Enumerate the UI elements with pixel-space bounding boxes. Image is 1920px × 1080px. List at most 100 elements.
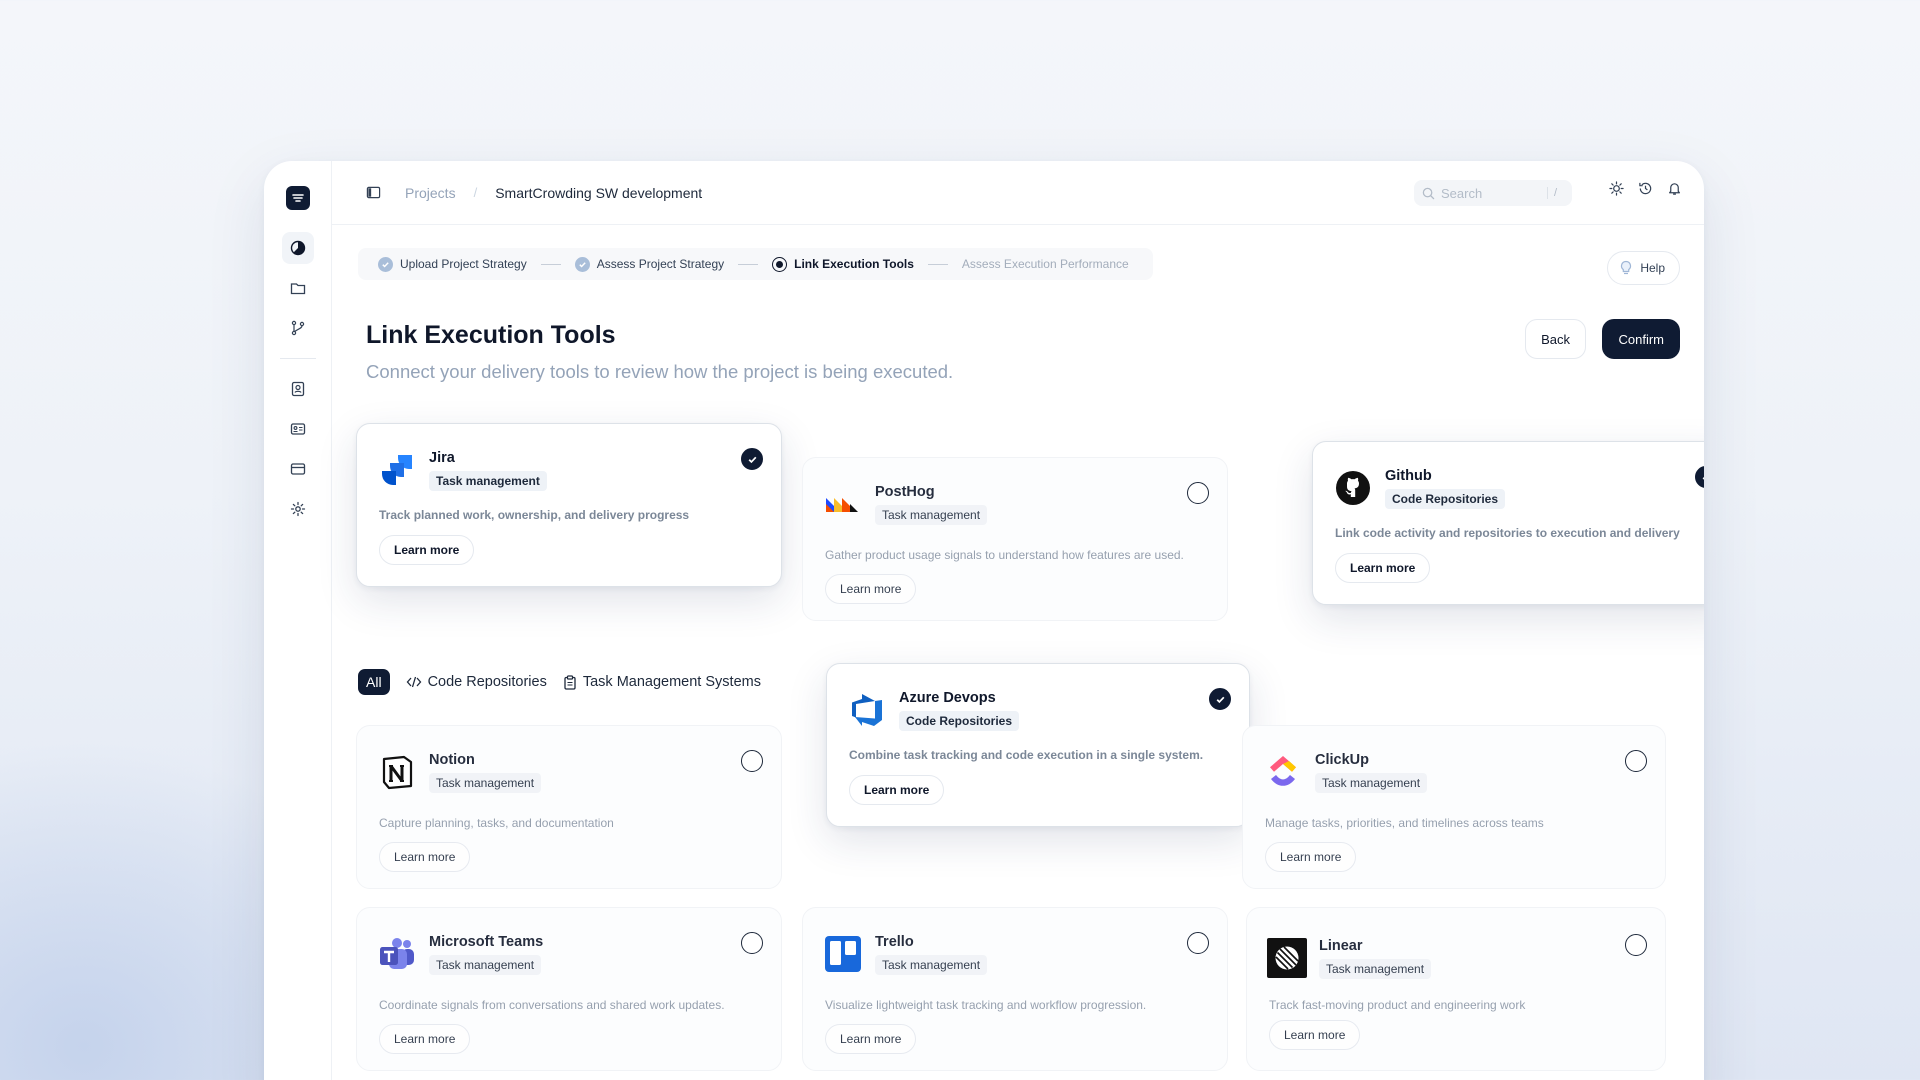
unselected-radio[interactable] — [741, 750, 763, 772]
contacts-icon[interactable] — [282, 373, 314, 405]
unselected-radio[interactable] — [1187, 482, 1209, 504]
filter-label: Task Management Systems — [582, 674, 761, 690]
tool-description: Manage tasks, priorities, and timelines … — [1265, 816, 1544, 830]
azure-devops-logo-icon — [847, 690, 887, 730]
sun-icon[interactable] — [1609, 181, 1624, 196]
clipboard-icon — [563, 674, 577, 690]
learn-more-button[interactable]: Learn more — [379, 842, 471, 872]
tool-category-badge: Task management — [1315, 773, 1428, 793]
tool-category-badge: Task management — [875, 505, 988, 525]
learn-more-button[interactable]: Learn more — [379, 535, 475, 565]
learn-more-button[interactable]: Learn more — [379, 1024, 471, 1054]
search-input[interactable] — [1441, 185, 1541, 201]
tool-name: Github — [1385, 468, 1432, 484]
microsoft-teams-logo-icon — [377, 934, 417, 974]
tool-description: Capture planning, tasks, and documentati… — [379, 816, 614, 830]
posthog-logo-icon — [823, 484, 863, 524]
clickup-logo-icon — [1263, 752, 1303, 792]
tool-description: Track fast-moving product and engineerin… — [1269, 998, 1526, 1012]
learn-more-button[interactable]: Learn more — [825, 1024, 917, 1054]
tool-description: Track planned work, ownership, and deliv… — [379, 508, 690, 522]
tool-card-azure-devops[interactable]: Azure Devops Code Repositories Combine t… — [826, 663, 1250, 827]
learn-more-button[interactable]: Learn more — [825, 574, 917, 604]
folder-icon[interactable] — [282, 272, 314, 304]
search-shortcut: / — [1547, 187, 1557, 199]
tool-category-badge: Task management — [1319, 959, 1432, 979]
tool-category-badge: Task management — [875, 955, 988, 975]
tool-name: Microsoft Teams — [429, 934, 544, 950]
page-title: Link Execution Tools — [366, 321, 616, 349]
breadcrumb-separator: / — [473, 185, 478, 200]
github-logo-icon — [1333, 468, 1373, 508]
dashboard-icon[interactable] — [281, 232, 314, 264]
toggle-sidebar-icon[interactable] — [366, 185, 381, 200]
tool-card-trello[interactable]: Trello Task management Visualize lightwe… — [802, 907, 1228, 1071]
history-icon[interactable] — [1638, 181, 1653, 196]
credit-card-icon[interactable] — [282, 453, 314, 485]
help-label: Help — [1640, 261, 1665, 275]
tool-description: Gather product usage signals to understa… — [825, 548, 1184, 562]
confirm-button[interactable]: Confirm — [1602, 319, 1680, 359]
tool-card-posthog[interactable]: PostHog Task management Gather product u… — [802, 457, 1228, 621]
selected-check-icon[interactable] — [1209, 688, 1231, 710]
step-assess-performance[interactable]: Assess Execution Performance — [962, 257, 1129, 271]
progress-stepper: Upload Project Strategy Assess Project S… — [358, 248, 1153, 280]
learn-more-button[interactable]: Learn more — [849, 775, 945, 805]
tool-category-badge: Code Repositories — [1385, 489, 1506, 509]
tool-card-linear[interactable]: Linear Task management Track fast-moving… — [1246, 907, 1666, 1071]
tool-name: Azure Devops — [899, 690, 996, 706]
unselected-radio[interactable] — [1625, 934, 1647, 956]
step-label: Assess Project Strategy — [596, 257, 725, 271]
filter-label: Code Repositories — [427, 674, 547, 690]
search-box[interactable]: / — [1414, 180, 1572, 206]
tool-description: Coordinate signals from conversations an… — [379, 998, 725, 1012]
learn-more-button[interactable]: Learn more — [1265, 842, 1357, 872]
filter-tabs: All Code Repositories Task Management Sy… — [358, 669, 761, 695]
app-window: Projects / SmartCrowding SW development … — [264, 161, 1704, 1080]
filter-task-management[interactable]: Task Management Systems — [563, 674, 761, 690]
tool-card-jira[interactable]: Jira Task management Track planned work,… — [356, 423, 782, 587]
step-label: Upload Project Strategy — [400, 257, 527, 271]
selected-check-icon[interactable] — [1695, 466, 1704, 488]
step-link-tools[interactable]: Link Execution Tools — [772, 256, 914, 272]
unselected-radio[interactable] — [741, 932, 763, 954]
tool-category-badge: Code Repositories — [899, 711, 1020, 731]
tool-name: PostHog — [875, 484, 935, 500]
tool-card-microsoft-teams[interactable]: Microsoft Teams Task management Coordina… — [356, 907, 782, 1071]
back-button[interactable]: Back — [1525, 319, 1586, 359]
learn-more-button[interactable]: Learn more — [1335, 553, 1431, 583]
learn-more-button[interactable]: Learn more — [1269, 1020, 1361, 1050]
bell-icon[interactable] — [1667, 181, 1682, 196]
id-card-icon[interactable] — [282, 413, 314, 445]
jira-logo-icon — [377, 450, 417, 490]
help-button[interactable]: Help — [1607, 251, 1680, 285]
filter-all[interactable]: All — [358, 669, 390, 695]
step-upload-strategy[interactable]: Upload Project Strategy — [378, 256, 527, 272]
tool-name: Trello — [875, 934, 914, 950]
app-logo-icon[interactable] — [285, 186, 310, 210]
sidebar — [264, 161, 332, 1080]
tool-description: Link code activity and repositories to e… — [1335, 526, 1680, 540]
sidebar-divider — [279, 358, 316, 359]
tool-name: Notion — [429, 752, 475, 768]
step-connector — [540, 263, 561, 265]
step-assess-strategy[interactable]: Assess Project Strategy — [574, 256, 725, 272]
breadcrumb-current: SmartCrowding SW development — [495, 184, 703, 201]
tool-card-clickup[interactable]: ClickUp Task management Manage tasks, pr… — [1242, 725, 1666, 889]
check-icon — [378, 256, 393, 272]
tool-name: ClickUp — [1315, 752, 1369, 768]
unselected-radio[interactable] — [1625, 750, 1647, 772]
breadcrumb-projects[interactable]: Projects — [405, 185, 456, 201]
git-branch-icon[interactable] — [282, 312, 314, 344]
selected-check-icon[interactable] — [741, 448, 763, 470]
tool-card-notion[interactable]: Notion Task management Capture planning,… — [356, 725, 782, 889]
settings-icon[interactable] — [282, 493, 314, 525]
tool-category-badge: Task management — [429, 471, 547, 491]
tool-description: Combine task tracking and code execution… — [849, 748, 1204, 762]
tool-description: Visualize lightweight task tracking and … — [825, 998, 1147, 1012]
tool-card-github[interactable]: Github Code Repositories Link code activ… — [1312, 441, 1704, 605]
unselected-radio[interactable] — [1187, 932, 1209, 954]
filter-code-repositories[interactable]: Code Repositories — [406, 674, 547, 690]
step-label: Assess Execution Performance — [961, 257, 1129, 271]
linear-logo-icon — [1267, 938, 1307, 978]
